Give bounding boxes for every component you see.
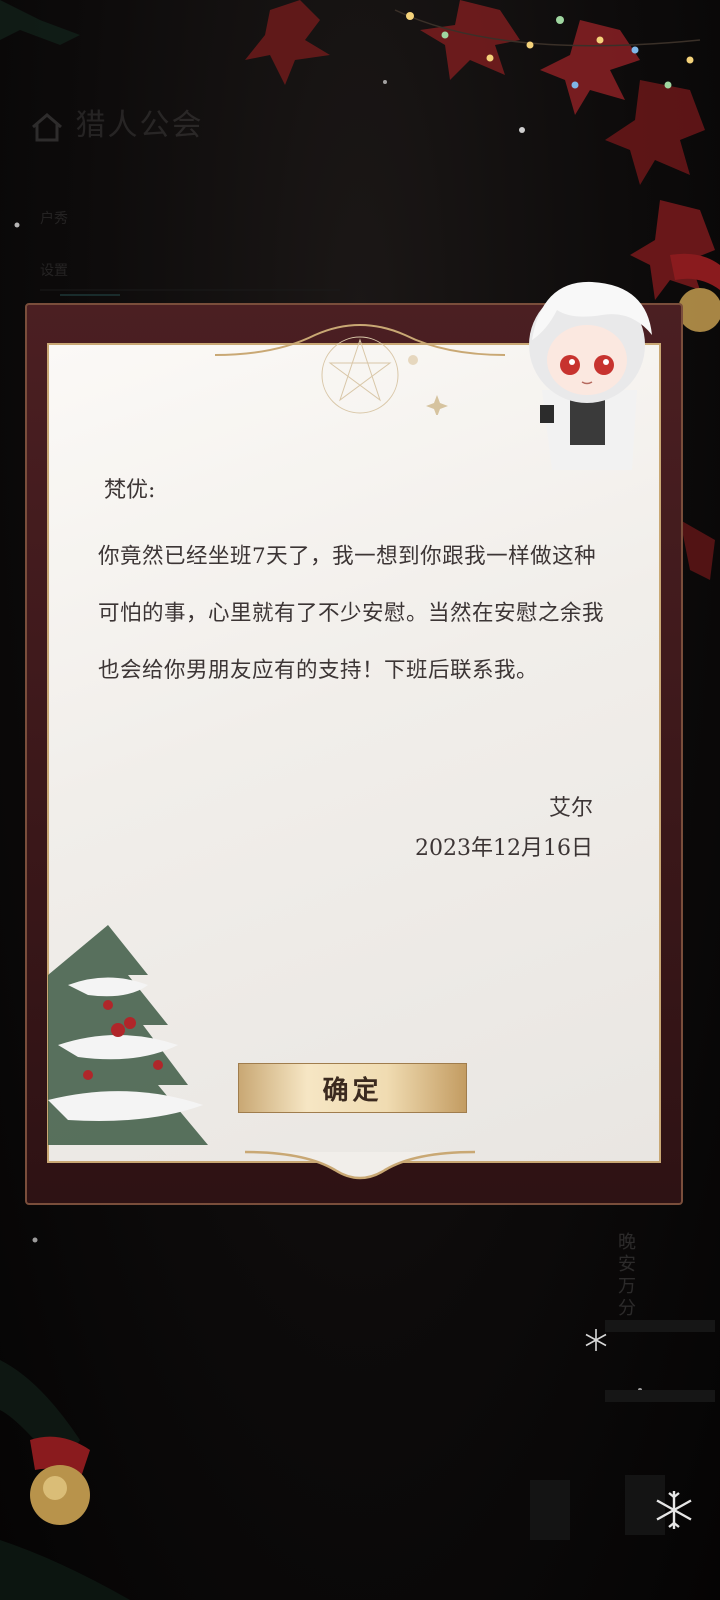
background-vertical-text: 晚安万分 — [618, 1232, 636, 1319]
home-icon — [32, 113, 62, 142]
background-side-label: 户秀 — [40, 211, 68, 227]
letter-date: 2023年12月16日 — [415, 836, 593, 861]
christmas-tree-icon — [48, 925, 208, 1145]
letter-signature: 艾尔 — [548, 796, 593, 821]
avatar-icon — [529, 281, 652, 470]
snowflake-icon[interactable] — [652, 1488, 696, 1532]
background-header-title: 猎人公会 — [75, 108, 204, 143]
confirm-button[interactable]: 确定 — [238, 1063, 467, 1113]
background-side-label: 设置 — [40, 263, 68, 279]
bottom-ornament — [245, 1150, 475, 1180]
letter-greeting: 梵优: — [104, 478, 156, 503]
top-ornament — [215, 324, 505, 415]
letter-body: 你竟然已经坐班7天了，我一想到你跟我一样做这种可怕的事，心里就有了不少安慰。当然… — [98, 544, 605, 683]
background-header: 猎人公会 — [30, 100, 330, 150]
snowflake-icon — [585, 1329, 607, 1351]
